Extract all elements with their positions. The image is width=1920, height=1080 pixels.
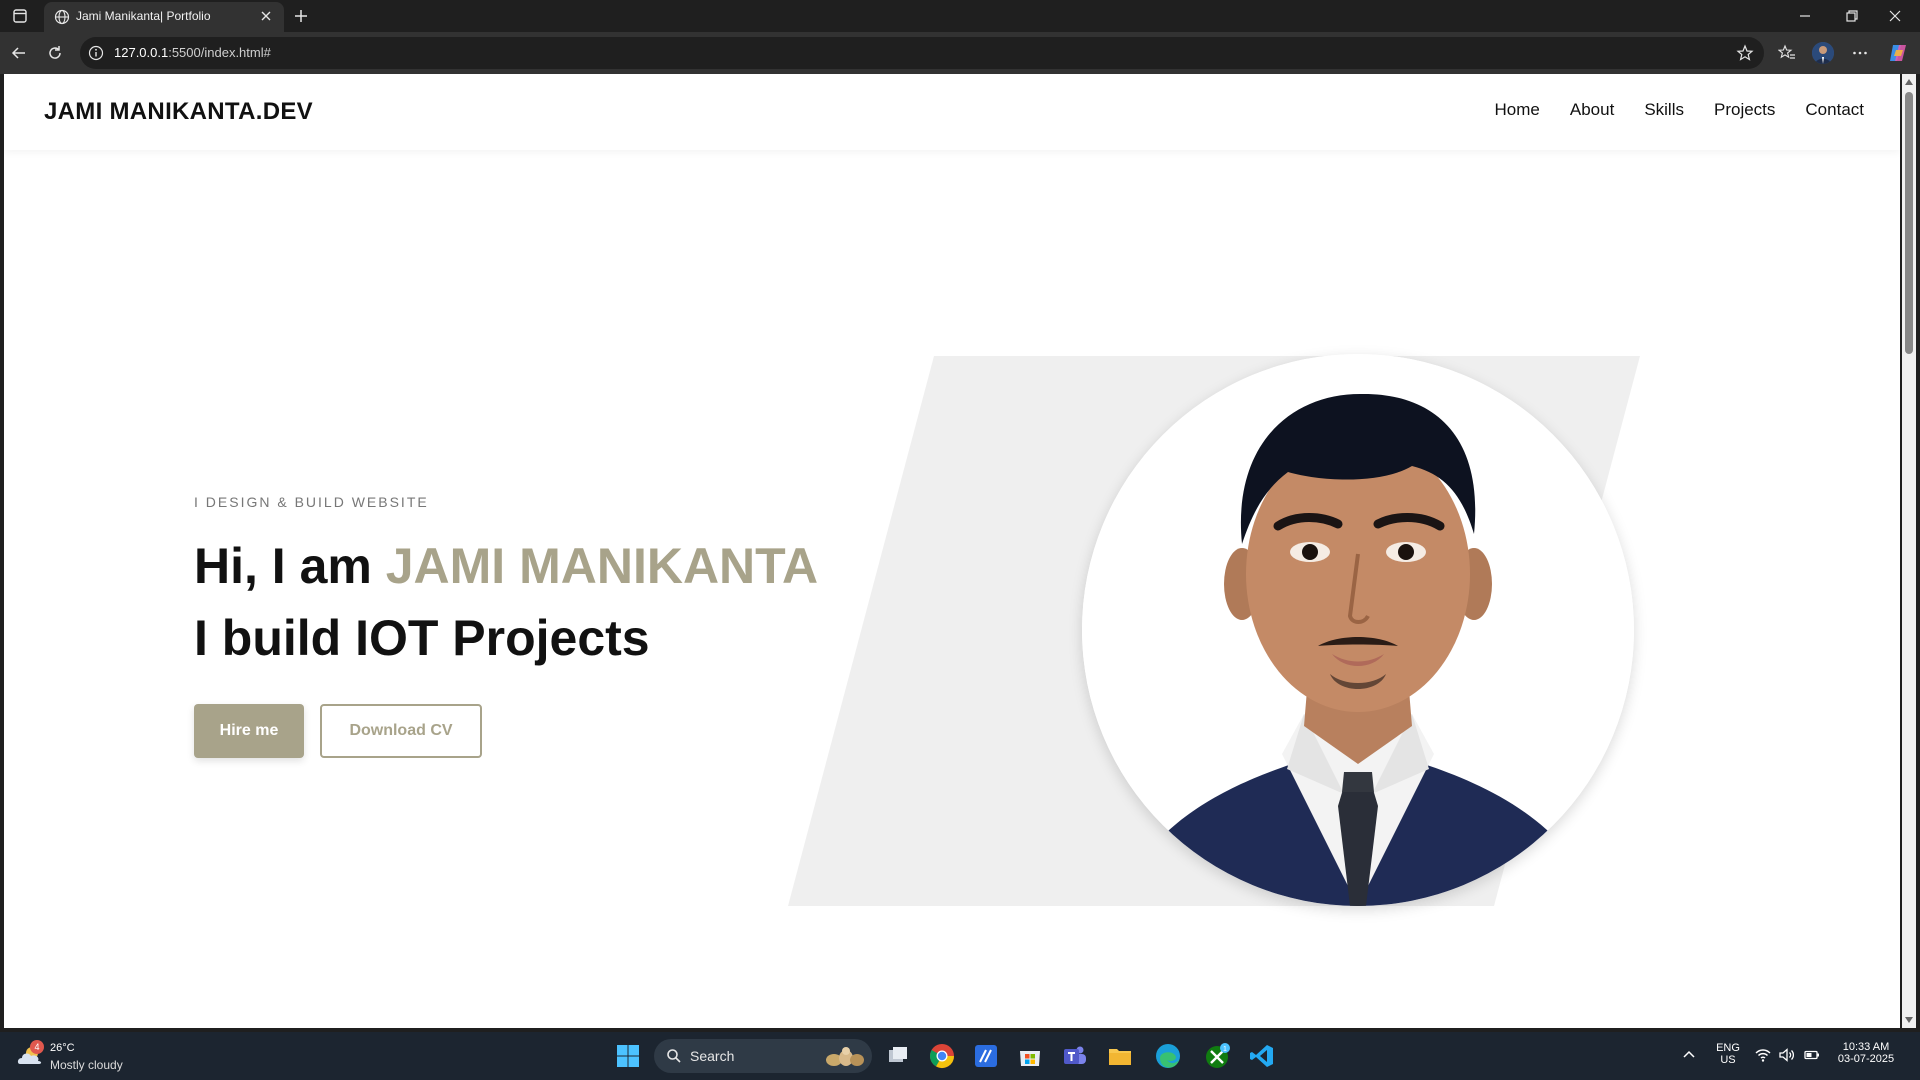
hero-tagline: I build IOT Projects	[194, 610, 650, 666]
hero-greeting: Hi, I am	[194, 538, 386, 594]
hire-me-button[interactable]: Hire me	[194, 704, 304, 758]
nav-skills[interactable]: Skills	[1644, 100, 1684, 120]
edge-icon[interactable]	[1154, 1042, 1182, 1070]
hero-heading: Hi, I am JAMI MANIKANTA I build IOT Proj…	[194, 530, 818, 674]
wifi-icon[interactable]	[1754, 1046, 1772, 1064]
url-path: :5500/index.html#	[168, 45, 271, 60]
search-label: Search	[690, 1048, 735, 1064]
battery-icon[interactable]	[1803, 1046, 1821, 1064]
task-view-icon[interactable]	[884, 1042, 912, 1070]
editor-app-icon[interactable]	[972, 1042, 1000, 1070]
browser-toolbar: 127.0.0.1:5500/index.html#	[0, 32, 1920, 74]
minimize-icon[interactable]	[1795, 6, 1815, 26]
language-code: ENG	[1716, 1042, 1740, 1054]
url-host: 127.0.0.1	[114, 45, 169, 60]
hero-text: I DESIGN & BUILD WEBSITE Hi, I am JAMI M…	[194, 494, 818, 758]
search-icon	[667, 1049, 681, 1063]
clock-date: 03-07-2025	[1837, 1053, 1895, 1065]
windows-start-icon[interactable]	[616, 1044, 640, 1068]
hero-buttons: Hire me Download CV	[194, 704, 818, 758]
scroll-up-arrow-icon[interactable]	[1905, 79, 1913, 85]
search-highlight-icon	[826, 1047, 864, 1066]
teams-icon[interactable]	[1061, 1042, 1089, 1070]
more-options-icon[interactable]	[1851, 44, 1869, 62]
favorites-icon[interactable]	[1778, 44, 1796, 62]
site-header: JAMI MANIKANTA.DEV Home About Skills Pro…	[4, 74, 1900, 150]
main-nav: Home About Skills Projects Contact	[1495, 100, 1864, 120]
browser-tab-active[interactable]: Jami Manikanta| Portfolio	[44, 2, 284, 32]
back-arrow-icon[interactable]	[10, 44, 28, 62]
tab-title: Jami Manikanta| Portfolio	[76, 9, 211, 23]
microsoft-store-icon[interactable]	[1016, 1042, 1044, 1070]
volume-icon[interactable]	[1778, 1046, 1796, 1064]
profile-avatar-icon	[1812, 42, 1834, 64]
weather-alert-badge: 4	[30, 1040, 44, 1054]
scroll-down-arrow-icon[interactable]	[1905, 1017, 1913, 1023]
download-cv-button[interactable]: Download CV	[320, 704, 482, 758]
info-icon[interactable]	[88, 45, 104, 61]
url-text: 127.0.0.1:5500/index.html#	[114, 45, 271, 60]
portrait-illustration	[1082, 354, 1634, 906]
taskbar-search[interactable]: Search	[654, 1039, 872, 1073]
nav-contact[interactable]: Contact	[1805, 100, 1864, 120]
hero-name: JAMI MANIKANTA	[385, 538, 819, 594]
vscode-icon[interactable]	[1248, 1042, 1276, 1070]
hero-heading-line-1: Hi, I am JAMI MANIKANTA	[194, 530, 818, 602]
region-code: US	[1720, 1054, 1736, 1066]
page-scrollbar[interactable]	[1902, 74, 1916, 1028]
close-tab-icon[interactable]	[258, 8, 274, 24]
browser-tab-bar: Jami Manikanta| Portfolio	[0, 0, 1920, 32]
file-explorer-icon[interactable]	[1106, 1042, 1134, 1070]
nav-home[interactable]: Home	[1495, 100, 1540, 120]
clock[interactable]: 10:33 AM 03-07-2025	[1832, 1041, 1900, 1065]
weather-widget[interactable]: 4 26°C Mostly cloudy	[16, 1038, 156, 1074]
scrollbar-thumb[interactable]	[1905, 92, 1913, 354]
profile-photo	[1082, 354, 1634, 906]
nav-about[interactable]: About	[1570, 100, 1614, 120]
chrome-icon[interactable]	[928, 1042, 956, 1070]
web-page: JAMI MANIKANTA.DEV Home About Skills Pro…	[4, 74, 1900, 1028]
new-tab-icon[interactable]	[292, 7, 310, 25]
refresh-icon[interactable]	[46, 44, 64, 62]
favorite-star-icon[interactable]	[1736, 44, 1754, 62]
windows-taskbar: 4 26°C Mostly cloudy Search 1 ENG US 10:…	[0, 1032, 1920, 1080]
weather-condition: Mostly cloudy	[50, 1058, 123, 1072]
address-bar[interactable]: 127.0.0.1:5500/index.html#	[80, 37, 1764, 69]
clock-time: 10:33 AM	[1842, 1041, 1890, 1053]
xbox-badge: 1	[1223, 1046, 1227, 1053]
nav-projects[interactable]: Projects	[1714, 100, 1775, 120]
restore-icon[interactable]	[1842, 6, 1862, 26]
globe-icon	[54, 9, 70, 25]
language-indicator[interactable]: ENG US	[1712, 1042, 1744, 1066]
chevron-up-icon[interactable]	[1680, 1046, 1698, 1064]
weather-temperature: 26°C	[50, 1042, 75, 1054]
close-window-icon[interactable]	[1885, 6, 1905, 26]
xbox-icon[interactable]: 1	[1203, 1042, 1231, 1070]
tab-actions-icon[interactable]	[12, 8, 28, 24]
profile-avatar[interactable]	[1812, 42, 1834, 64]
hero-eyebrow: I DESIGN & BUILD WEBSITE	[194, 494, 429, 510]
copilot-icon[interactable]	[1887, 42, 1909, 64]
site-logo[interactable]: JAMI MANIKANTA.DEV	[44, 98, 313, 126]
